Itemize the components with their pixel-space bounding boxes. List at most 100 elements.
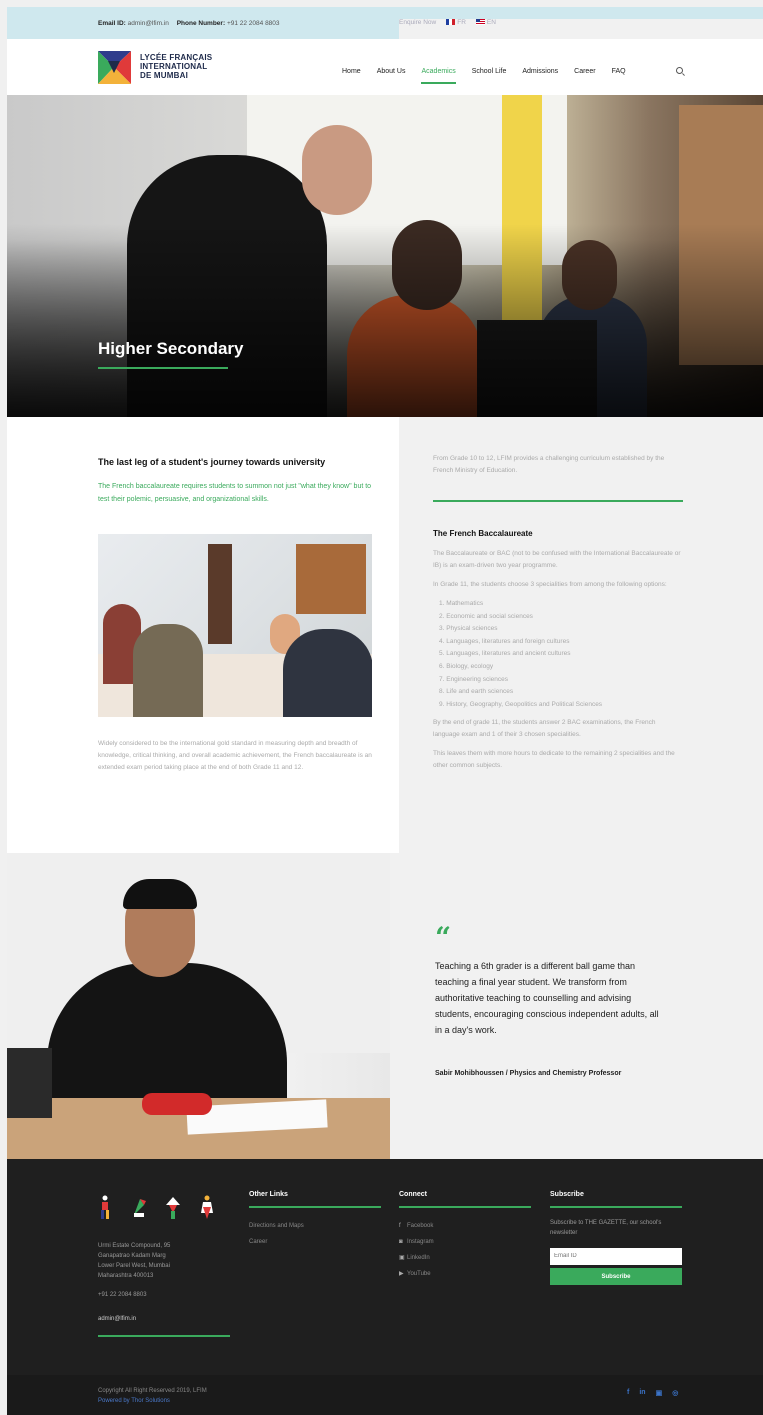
quote-mark-icon: “ [435,921,452,954]
subscribe-column: Subscribe Subscribe to THE GAZETTE, our … [550,1191,682,1285]
connect-title: Connect [399,1191,531,1208]
facebook-label: Facebook [407,1223,434,1229]
lead-text: The French baccalaureate requires studen… [98,483,372,503]
testimonial-section: “ Teaching a 6th grader is a different b… [7,853,763,1159]
subscribe-button[interactable]: Subscribe [550,1268,682,1285]
logo-line: INTERNATIONAL [140,62,208,71]
body-paragraph: In Grade 11, the students choose 3 speci… [433,581,667,588]
address-line: Urmi Estate Compound, 95 [98,1243,171,1249]
footer-divider [98,1335,230,1337]
list-item: 7. Engineering sciences [439,675,509,683]
figure-icon [101,1195,109,1219]
classroom-door [208,544,232,644]
hero-banner: Higher Secondary [7,95,763,417]
connect-column: Connect f Facebook ◙ Instagram ▣ LinkedIn ▶… [399,1191,531,1282]
facebook-icon[interactable]: f [627,1389,629,1397]
list-item: 5. Languages, literatures and ancient cu… [439,650,571,658]
nav-home[interactable]: Home [342,68,361,75]
linkedin-label: LinkedIn [407,1255,430,1261]
nav-admissions[interactable]: Admissions [522,68,558,75]
list-item: 6. Biology, ecology [439,662,494,670]
powered-by-link[interactable]: Powered by Thor Solutions [98,1396,207,1406]
title-underline [98,367,228,369]
lang-fr-label: FR [457,19,466,26]
newsletter-email-input[interactable] [550,1247,682,1265]
list-item: 4. Languages, literatures and foreign cu… [439,637,570,645]
career-link[interactable]: Career [249,1234,381,1250]
facebook-icon: f [399,1223,401,1229]
logo-line: DE MUMBAI [140,71,189,80]
top-info-bar: Email ID: admin@lfim.in Phone Number: +9… [7,7,763,455]
photo-laptop [7,1048,52,1118]
site-footer: Urmi Estate Compound, 95 Ganapatrao Kada… [7,1159,763,1375]
other-links-title: Other Links [249,1191,381,1208]
nav-academics[interactable]: Academics [421,68,456,84]
phone-label: Phone Number: [176,20,226,27]
subscribe-title: Subscribe [550,1191,682,1208]
nav-school-life[interactable]: School Life [472,68,507,75]
instagram-label: Instagram [407,1239,434,1245]
email-link[interactable]: admin@lfim.in [128,20,169,27]
youtube-link[interactable]: ▶ YouTube [399,1266,531,1282]
france-flag-icon [446,19,456,26]
contact-info: Email ID: admin@lfim.in Phone Number: +9… [98,20,286,27]
baccalaureate-heading: The French Baccalaureate [433,529,533,538]
list-item: 8. Life and earth sciences [439,688,514,696]
footer-figures [98,1195,214,1219]
nav-faq[interactable]: FAQ [612,68,626,75]
youtube-icon[interactable]: ▣ [656,1389,663,1397]
instagram-icon[interactable]: ◎ [672,1389,678,1397]
professor-photo [7,853,390,1159]
copyright-text: Copyright All Right Reserved 2019, LFIM [98,1388,207,1394]
intro-text: From Grade 10 to 12, LFIM provides a cha… [433,455,665,474]
other-links-column: Other Links Directions and Maps Career [249,1191,381,1250]
phone-link[interactable]: +91 22 2084 8803 [227,20,280,27]
footer-email[interactable]: admin@lfim.in [98,1316,136,1322]
section-heading: The last leg of a student's journey towa… [98,457,326,467]
address-line: Ganapatrao Kadam Marg [98,1253,166,1259]
facebook-link[interactable]: f Facebook [399,1218,531,1234]
speciality-list: 1. Mathematics 2. Economic and social sc… [439,598,683,711]
main-content: The last leg of a student's journey towa… [7,417,763,853]
directions-link[interactable]: Directions and Maps [249,1218,381,1234]
copyright-block: Copyright All Right Reserved 2019, LFIM … [98,1386,207,1406]
search-icon[interactable] [676,67,683,74]
section-divider [433,500,683,502]
us-flag-icon [475,19,485,26]
list-item: 9. History, Geography, Geopolitics and P… [439,700,603,708]
right-column: From Grade 10 to 12, LFIM provides a cha… [399,417,763,853]
left-column: The last leg of a student's journey towa… [7,417,399,853]
body-paragraph: Widely considered to be the internationa… [98,740,372,771]
list-item: 1. Mathematics [439,600,484,607]
linkedin-link[interactable]: ▣ LinkedIn [399,1250,531,1266]
figure-icon [134,1199,146,1217]
classroom-student [133,624,203,717]
quote-box: “ Teaching a 6th grader is a different b… [390,853,763,1159]
nav-career[interactable]: Career [574,68,595,75]
footer-phone[interactable]: +91 22 2084 8803 [98,1292,147,1298]
page-title: Higher Secondary [98,339,244,358]
logo-line: LYCÉE FRANÇAIS [140,53,213,62]
page: Email ID: admin@lfim.in Phone Number: +9… [7,7,763,1415]
testimonial-author: Sabir Mohibhoussen / Physics and Chemist… [435,1070,622,1077]
figure-icon [201,1195,213,1219]
list-item: 3. Physical sciences [439,625,498,633]
school-logo[interactable] [98,51,131,84]
body-paragraph: This leaves them with more hours to dedi… [433,750,675,770]
address-line: Lower Parel West, Mumbai [98,1263,170,1269]
email-label: Email ID: [98,20,126,27]
linkedin-icon[interactable]: in [639,1389,645,1397]
body-paragraph: The Baccalaureate or BAC (not to be conf… [433,550,681,569]
subscribe-text: Subscribe to THE GAZETTE, our school's n… [550,1220,662,1236]
figure-icon [166,1197,180,1219]
address-line: Maharashtra 400013 [98,1273,154,1279]
instagram-link[interactable]: ◙ Instagram [399,1234,531,1250]
classroom-board [296,544,366,614]
youtube-label: YouTube [407,1271,431,1277]
nav-about-us[interactable]: About Us [377,68,406,75]
body-paragraph: By the end of grade 11, the students ans… [433,719,656,739]
footer-address: Urmi Estate Compound, 95 Ganapatrao Kada… [98,1241,228,1281]
classroom-student [283,629,372,717]
logo-text[interactable]: LYCÉE FRANÇAIS INTERNATIONAL DE MUMBAI [140,53,212,80]
professor-hair [123,879,197,909]
